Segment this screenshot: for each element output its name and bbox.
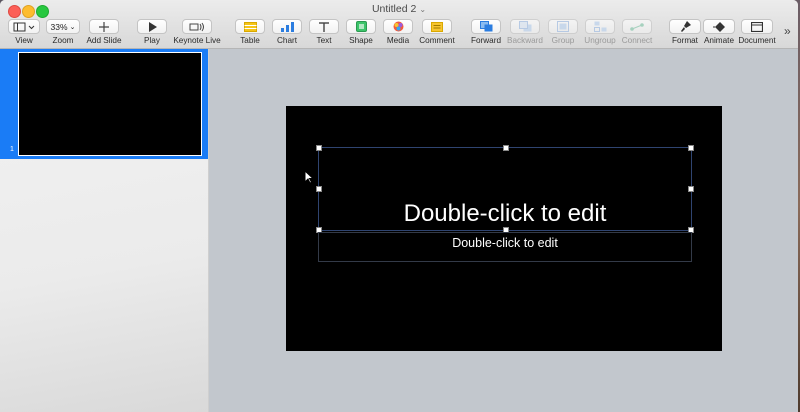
resize-handle[interactable] [316, 186, 322, 192]
slide-title-text[interactable]: Double-click to edit [319, 200, 691, 228]
mouse-cursor-icon [304, 170, 314, 184]
broadcast-icon [189, 22, 204, 31]
comment-button[interactable]: Comment [418, 19, 456, 45]
forward-button[interactable]: Forward [470, 19, 502, 45]
format-label: Format [672, 36, 698, 45]
toolbar-overflow-icon[interactable]: » [784, 24, 791, 38]
slide-thumbnail-selected[interactable]: 1 [0, 49, 208, 159]
connect-label: Connect [621, 36, 653, 45]
backward-icon [518, 21, 531, 32]
ungroup-label: Ungroup [584, 36, 616, 45]
slide[interactable]: Double-click to edit Double-click to edi… [286, 106, 722, 351]
connect-icon [630, 22, 644, 31]
chevron-down-icon: ⌄ [419, 5, 427, 14]
text-icon [319, 21, 329, 32]
shape-label: Shape [349, 36, 373, 45]
sidebar-view-icon [13, 22, 35, 31]
zoom-label: Zoom [52, 36, 74, 45]
table-label: Table [240, 36, 260, 45]
slide-subtitle-text[interactable]: Double-click to edit [319, 236, 691, 250]
paintbrush-icon [680, 21, 691, 32]
media-icon [393, 21, 403, 32]
group-label: Group [551, 36, 575, 45]
document-label: Document [738, 36, 776, 45]
text-label: Text [316, 36, 332, 45]
add-slide-label: Add Slide [86, 36, 122, 45]
view-button[interactable]: View [8, 19, 40, 45]
chevron-down-icon: ⌄ [69, 23, 76, 31]
animate-icon [712, 21, 725, 32]
resize-handle[interactable] [503, 145, 509, 151]
text-button[interactable]: Text [309, 19, 339, 45]
slide-canvas[interactable]: Double-click to edit Double-click to edi… [209, 49, 798, 412]
play-button[interactable]: Play [137, 19, 167, 45]
slide-thumbnail[interactable] [18, 52, 202, 156]
chart-label: Chart [276, 36, 298, 45]
zoom-value: 33% [50, 21, 68, 32]
comment-label: Comment [419, 36, 455, 45]
window-title-text: Untitled 2 [371, 3, 417, 15]
ungroup-icon [593, 21, 606, 32]
forward-label: Forward [470, 36, 502, 45]
keynote-live-button[interactable]: Keynote Live [172, 19, 222, 45]
title-placeholder-box[interactable]: Double-click to edit [316, 145, 694, 233]
format-button[interactable]: Format [669, 19, 701, 45]
chart-icon [280, 21, 294, 32]
media-label: Media [386, 36, 410, 45]
group-icon [557, 21, 569, 32]
document-icon [751, 21, 763, 32]
add-slide-button[interactable]: Add Slide [84, 19, 124, 45]
connect-button[interactable]: Connect [620, 19, 654, 45]
table-button[interactable]: Table [235, 19, 265, 45]
zoom-button[interactable]: 33% ⌄ Zoom [46, 19, 80, 45]
keynote-window: Untitled 2 ⌄ View 33% ⌄ Zoom Add Slide Pla… [0, 0, 798, 412]
slide-number: 1 [10, 146, 14, 153]
backward-button[interactable]: Backward [506, 19, 544, 45]
comment-icon [431, 21, 443, 32]
view-label: View [15, 36, 33, 45]
play-label: Play [144, 36, 160, 45]
animate-label: Animate [703, 36, 735, 45]
chart-button[interactable]: Chart [272, 19, 302, 45]
resize-handle[interactable] [688, 145, 694, 151]
keynote-live-label: Keynote Live [173, 36, 221, 45]
backward-label: Backward [507, 36, 543, 45]
slide-navigator: 1 [0, 49, 209, 412]
play-icon [148, 21, 157, 32]
subtitle-placeholder-box[interactable]: Double-click to edit [318, 232, 692, 262]
window-title[interactable]: Untitled 2 ⌄ [0, 3, 798, 15]
plus-icon [99, 21, 109, 32]
group-button[interactable]: Group [548, 19, 578, 45]
media-button[interactable]: Media [383, 19, 413, 45]
shape-button[interactable]: Shape [346, 19, 376, 45]
ungroup-button[interactable]: Ungroup [583, 19, 617, 45]
document-button[interactable]: Document [738, 19, 776, 45]
resize-handle[interactable] [688, 186, 694, 192]
shape-icon [355, 21, 367, 32]
animate-button[interactable]: Animate [703, 19, 735, 45]
resize-handle[interactable] [316, 145, 322, 151]
table-icon [243, 21, 257, 32]
title-bar: Untitled 2 ⌄ [0, 0, 798, 19]
forward-icon [479, 21, 492, 32]
